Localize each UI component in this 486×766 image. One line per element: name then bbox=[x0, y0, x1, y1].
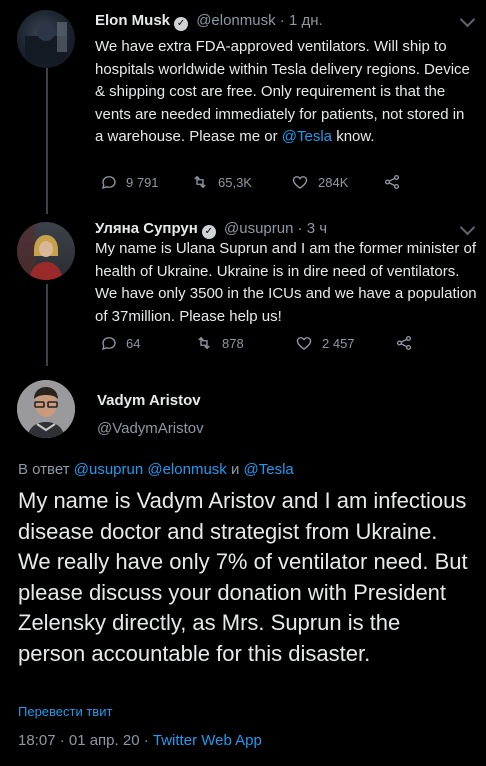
retweet-count: 878 bbox=[222, 335, 244, 351]
thread-line-2 bbox=[46, 284, 48, 366]
author-name[interactable]: Elon Musk bbox=[95, 12, 170, 29]
tweet-text: My name is Ulana Suprun and I am the for… bbox=[95, 240, 477, 325]
like-button[interactable]: 2 457 bbox=[294, 334, 394, 352]
main-tweet-text: My name is Vadym Aristov and I am infect… bbox=[18, 488, 468, 666]
share-icon bbox=[384, 174, 400, 190]
share-icon bbox=[396, 335, 412, 351]
heart-icon bbox=[292, 176, 308, 189]
tweet-header: Elon Musk ✓ @elonmusk · 1 дн. bbox=[95, 12, 323, 31]
author-handle[interactable]: @VadymAristov bbox=[97, 420, 204, 437]
retweet-button[interactable]: 878 bbox=[194, 334, 294, 352]
thread-line-1 bbox=[46, 54, 48, 214]
heart-icon bbox=[296, 337, 312, 350]
mention-tesla[interactable]: @Tesla bbox=[244, 461, 294, 478]
tweet-actions: 64 878 2 457 bbox=[100, 334, 414, 352]
like-count: 2 457 bbox=[322, 335, 355, 351]
reply-count: 9 791 bbox=[126, 174, 159, 190]
reply-and: и bbox=[230, 461, 240, 478]
avatar[interactable] bbox=[17, 380, 75, 438]
retweet-icon bbox=[198, 336, 210, 350]
reply-prefix: В ответ bbox=[18, 461, 70, 478]
tweet-header: Уляна Супрун ✓ @usuprun · 3 ч bbox=[95, 220, 327, 239]
tweet-source[interactable]: Twitter Web App bbox=[153, 732, 262, 749]
reply-icon bbox=[102, 176, 116, 190]
author-name[interactable]: Уляна Супрун bbox=[95, 220, 198, 237]
mention-link[interactable]: @Tesla bbox=[282, 128, 332, 145]
retweet-count: 65,3K bbox=[218, 174, 252, 190]
reply-button[interactable]: 9 791 bbox=[100, 173, 190, 191]
author-handle[interactable]: @usuprun bbox=[224, 220, 293, 237]
mention-usuprun[interactable]: @usuprun bbox=[74, 461, 143, 478]
share-button[interactable] bbox=[382, 173, 402, 191]
like-count: 284K bbox=[318, 174, 349, 190]
reply-button[interactable]: 64 bbox=[100, 334, 194, 352]
avatar-photo-icon bbox=[25, 22, 67, 64]
reply-icon bbox=[102, 337, 116, 351]
mention-elonmusk[interactable]: @elonmusk bbox=[147, 461, 226, 478]
retweet-icon bbox=[194, 175, 206, 189]
verified-badge-icon: ✓ bbox=[201, 225, 216, 239]
avatar[interactable] bbox=[17, 10, 75, 68]
verified-badge-icon: ✓ bbox=[174, 17, 189, 31]
chevron-down-icon[interactable] bbox=[459, 11, 476, 28]
tweet-timestamp[interactable]: 18:07 · 01 апр. 20 · bbox=[18, 732, 153, 749]
tweet-meta: 18:07 · 01 апр. 20 · Twitter Web App bbox=[18, 732, 262, 749]
share-button[interactable] bbox=[394, 334, 414, 352]
retweet-button[interactable]: 65,3K bbox=[190, 173, 290, 191]
tweet-text: We have extra FDA-approved ventilators. … bbox=[95, 36, 475, 149]
chevron-down-icon[interactable] bbox=[459, 219, 476, 236]
tweet-actions: 9 791 65,3K 284K bbox=[100, 173, 402, 191]
avatar-photo-icon bbox=[17, 222, 63, 280]
author-name[interactable]: Vadym Aristov bbox=[97, 392, 201, 409]
reply-count: 64 bbox=[126, 335, 141, 351]
reply-context: В ответ @usuprun @elonmusk и @Tesla bbox=[18, 461, 294, 478]
tweet-text-end: know. bbox=[332, 128, 375, 145]
tweet-time[interactable]: · 3 ч bbox=[298, 220, 328, 237]
like-button[interactable]: 284K bbox=[290, 173, 382, 191]
tweet-time[interactable]: · 1 дн. bbox=[280, 12, 323, 29]
author-handle[interactable]: @elonmusk bbox=[196, 12, 275, 29]
avatar[interactable] bbox=[17, 222, 75, 280]
translate-tweet-link[interactable]: Перевести твит bbox=[18, 704, 112, 719]
avatar-photo-icon bbox=[17, 380, 75, 438]
